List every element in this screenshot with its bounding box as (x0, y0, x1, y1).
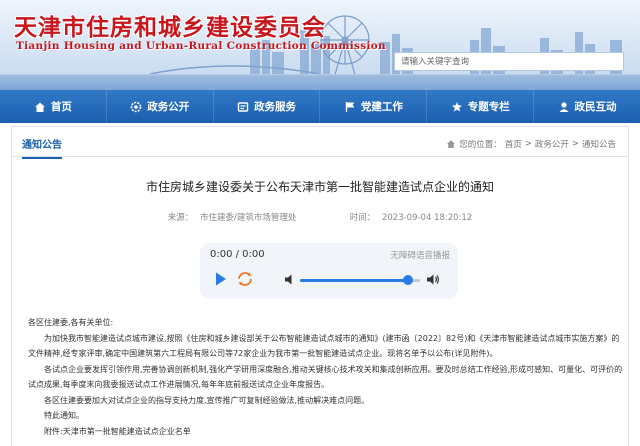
loop-icon[interactable] (236, 270, 254, 288)
home-icon (447, 140, 456, 148)
user-icon (559, 101, 569, 112)
nav-label-gov-open: 政务公开 (147, 101, 190, 113)
site-title[interactable]: 天津市住房和城乡建设委员会 (14, 8, 326, 42)
breadcrumb-current[interactable]: 通知公告 (582, 138, 616, 150)
article-meta: 来源： 市住建委/建筑市场管理处 时间： 2023-09-04 18:20:12 (12, 211, 628, 223)
content-panel: 通知公告 您的位置： 首页 > 政务公开 > 通知公告 市住房城乡建设委关于公布… (11, 126, 629, 446)
player-time: 0:00 / 0:00 (210, 249, 265, 260)
gear-icon (130, 101, 142, 112)
nav-item-home[interactable]: 首页 (0, 90, 107, 123)
breadcrumb-home[interactable]: 首页 (505, 138, 522, 150)
volume-slider[interactable] (300, 275, 420, 285)
nav-label-interaction: 政民互动 (574, 101, 617, 113)
volume-low-icon[interactable] (284, 273, 296, 286)
paragraph: 为加快我市智能建造试点城市建设,按照《住房和城乡建设部关于公布智能建造试点城市的… (28, 333, 620, 359)
play-icon[interactable] (210, 269, 230, 289)
audio-player: 0:00 / 0:00 无障碍语音播报 (200, 243, 458, 299)
nav-label-party: 党建工作 (360, 101, 403, 113)
search-placeholder: 请输入关键字查询 (401, 57, 470, 67)
star-icon (451, 101, 462, 111)
nav-label-home: 首页 (50, 101, 72, 113)
nav-item-special[interactable]: 专题专栏 (427, 90, 535, 123)
nav-label-special: 专题专栏 (467, 101, 510, 113)
nav-label-gov-service: 政务服务 (254, 101, 297, 113)
site-subtitle: Tianjin Housing and Urban-Rural Construc… (16, 40, 386, 52)
breadcrumb-sep: > (571, 139, 579, 149)
header-banner: 天津市住房和城乡建设委员会 Tianjin Housing and Urban-… (0, 0, 640, 90)
section-tab[interactable]: 通知公告 (22, 136, 62, 159)
article-body: 各区住建委,各有关单位: 为加快我市智能建造试点城市建设,按照《住房和城乡建设部… (28, 315, 624, 439)
source-label: 来源： (167, 213, 194, 223)
source-value: 市住建委/建筑市场管理处 (199, 213, 297, 223)
breadcrumb: 您的位置： 首页 > 政务公开 > 通知公告 (446, 138, 616, 150)
main-nav: 首页 政务公开 政务服务 党建工作 专题专栏 政民互动 (0, 90, 640, 123)
paragraph: 各试点企业要发挥引领作用,完善协调创新机制,强化产学研用深度融合,推动关键核心技… (28, 364, 623, 390)
article-title: 市住房城乡建设委关于公布天津市第一批智能建造试点企业的通知 (145, 180, 494, 194)
paragraph-salutation: 各区住建委,各有关单位: (28, 318, 114, 327)
nav-item-party[interactable]: 党建工作 (320, 90, 428, 123)
service-icon (237, 101, 249, 112)
paragraph: 各区住建委要加大对试点企业的指导支持力度,宣传推广可复制经验做法,推动解决难点问… (44, 395, 370, 405)
volume-slider-fill (300, 279, 408, 282)
time-value: 2023-09-04 18:20:12 (381, 213, 473, 223)
attachment-link[interactable]: 附件:天津市第一批智能建造试点企业名单 (28, 424, 624, 440)
breadcrumb-gov-open[interactable]: 政务公开 (535, 138, 569, 150)
nav-item-interaction[interactable]: 政民互动 (534, 90, 640, 123)
breadcrumb-prefix: 您的位置： (459, 140, 502, 150)
time-label: 时间： (349, 213, 376, 223)
tts-label[interactable]: 无障碍语音播报 (390, 249, 450, 261)
breadcrumb-sep: > (524, 139, 532, 149)
paragraph: 特此通知。 (44, 411, 84, 420)
volume-high-icon[interactable] (426, 273, 440, 286)
section-header: 通知公告 您的位置： 首页 > 政务公开 > 通知公告 (12, 127, 628, 159)
volume-slider-knob[interactable] (403, 275, 413, 285)
flag-icon (345, 101, 355, 112)
home-icon (34, 102, 45, 112)
search-input[interactable]: 请输入关键字查询 (394, 52, 624, 71)
nav-item-gov-service[interactable]: 政务服务 (214, 90, 321, 123)
nav-item-gov-open[interactable]: 政务公开 (107, 90, 214, 123)
